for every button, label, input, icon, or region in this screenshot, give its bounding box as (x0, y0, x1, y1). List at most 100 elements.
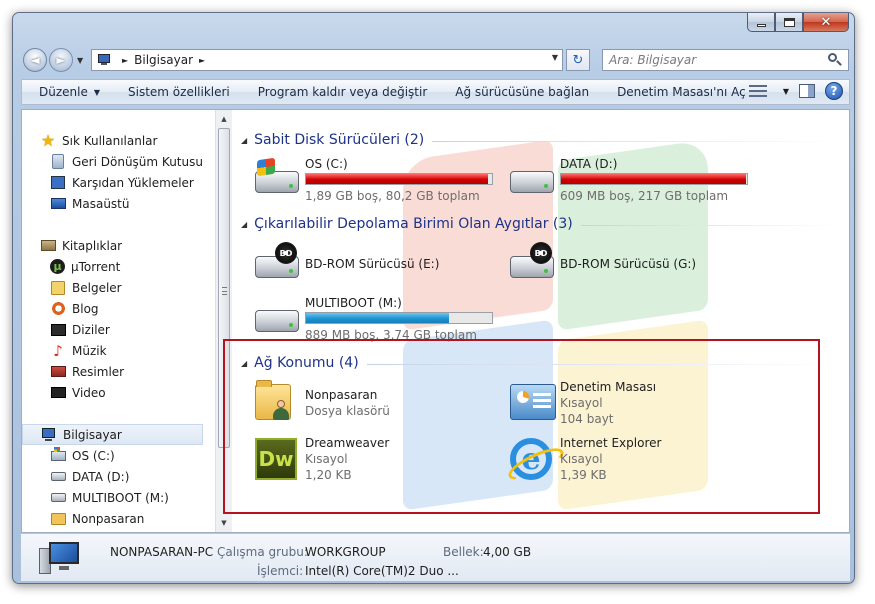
computer-icon (96, 53, 112, 67)
item-name: Dreamweaver (305, 436, 390, 450)
sidebar-item-drive-m[interactable]: MULTIBOOT (M:) (22, 487, 215, 508)
back-button[interactable]: ◄ (23, 48, 47, 72)
group-title: Ağ Konumu (4) (254, 355, 359, 371)
sidebar-item-recycle-bin[interactable]: Geri Dönüşüm Kutusu (22, 151, 215, 172)
collapse-triangle-icon[interactable]: ◢ (241, 359, 247, 368)
breadcrumb-separator-icon[interactable]: ► (199, 56, 205, 65)
search-box[interactable]: Ara: Bilgisayar (602, 49, 849, 71)
group-divider (432, 141, 841, 142)
breadcrumb-separator-icon[interactable]: ► (122, 56, 128, 65)
scroll-thumb[interactable] (218, 128, 230, 448)
organize-label: Düzenle (39, 85, 88, 99)
network-item-control-panel[interactable]: Denetim Masası Kısayol 104 bayt (508, 380, 758, 428)
group-header-removable[interactable]: ◢ Çıkarılabilir Depolama Birimi Olan Ayg… (241, 214, 841, 234)
open-control-panel-button[interactable]: Denetim Masası'nı Aç (603, 80, 760, 104)
recent-pages-chevron-icon[interactable]: ▼ (77, 56, 83, 65)
view-options-chevron-icon[interactable]: ▼ (783, 87, 789, 96)
sidebar-item-drive-d[interactable]: DATA (D:) (22, 466, 215, 487)
utorrent-icon: µ (50, 259, 65, 274)
sidebar-item-documents[interactable]: Belgeler (22, 277, 215, 298)
windows-hard-drive-icon (253, 157, 301, 203)
drive-c[interactable]: OS (C:) 1,89 GB boş, 80,2 GB toplam (253, 157, 503, 205)
system-properties-button[interactable]: Sistem özellikleri (114, 80, 244, 104)
scroll-down-icon[interactable]: ▼ (216, 515, 232, 531)
navigation-bar: ◄ ► ▼ ► Bilgisayar ► ▼ ↻ Ara: Bilgisayar (21, 46, 850, 74)
sidebar-item-series[interactable]: Diziler (22, 319, 215, 340)
libraries-icon (40, 240, 56, 251)
close-icon: ✕ (820, 14, 832, 30)
network-item-nonpasaran[interactable]: Nonpasaran Dosya klasörü (253, 380, 503, 428)
sidebar-item-pictures[interactable]: Resimler (22, 361, 215, 382)
navigation-pane: ★ Sık Kullanılanlar Geri Dönüşüm Kutusu K… (22, 110, 215, 532)
drive-name: OS (C:) (305, 157, 348, 171)
forward-button[interactable]: ► (49, 48, 73, 72)
address-bar[interactable]: ► Bilgisayar ► ▼ (91, 49, 563, 71)
organize-button[interactable]: Düzenle ▼ (22, 80, 114, 104)
sidebar-item-music[interactable]: ♪ Müzik (22, 340, 215, 361)
content-pane: ◢ Sabit Disk Sürücüleri (2) OS (C:) 1,89… (233, 110, 849, 532)
drive-e[interactable]: BD BD-ROM Sürücüsü (E:) (253, 242, 503, 290)
group-title: Çıkarılabilir Depolama Birimi Olan Aygıt… (254, 216, 573, 232)
user-folder-icon (50, 512, 66, 525)
desktop-icon (50, 198, 66, 209)
help-icon[interactable]: ? (825, 82, 843, 100)
drive-g[interactable]: BD BD-ROM Sürücüsü (G:) (508, 242, 758, 290)
change-view-icon[interactable] (748, 84, 767, 98)
sidebar-scrollbar[interactable]: ▲ ▼ (215, 110, 232, 532)
sidebar-item-nonpasaran[interactable]: Nonpasaran (22, 508, 215, 529)
drive-d[interactable]: DATA (D:) 609 MB boş, 217 GB toplam (508, 157, 758, 205)
sidebar-item-downloads[interactable]: Karşıdan Yüklemeler (22, 172, 215, 193)
sidebar-item-computer[interactable]: Bilgisayar (22, 424, 203, 445)
sidebar-item-libraries[interactable]: Kitaplıklar (22, 235, 215, 256)
processor-label: İşlemci: (257, 564, 304, 578)
details-pane: NONPASARAN-PC Çalışma grubu: WORKGROUP B… (21, 533, 850, 581)
map-network-drive-button[interactable]: Ağ sürücüsüne bağlan (441, 80, 603, 104)
drive-name: MULTIBOOT (M:) (305, 296, 402, 310)
drive-space-info: 1,89 GB boş, 80,2 GB toplam (305, 189, 480, 203)
sidebar-item-drive-c[interactable]: OS (C:) (22, 445, 215, 466)
search-input[interactable]: Ara: Bilgisayar (609, 53, 828, 67)
bd-rom-drive-icon: BD (253, 242, 301, 288)
network-item-dreamweaver[interactable]: Dw Dreamweaver Kısayol 1,20 KB (253, 436, 503, 484)
minimize-button[interactable] (747, 13, 775, 32)
bd-rom-drive-icon: BD (508, 242, 556, 288)
uninstall-program-button[interactable]: Program kaldır veya değiştir (244, 80, 442, 104)
user-folder-icon (253, 380, 301, 426)
sidebar-item-label: Karşıdan Yüklemeler (72, 175, 194, 190)
close-button[interactable]: ✕ (803, 13, 849, 32)
collapse-triangle-icon[interactable]: ◢ (241, 220, 247, 229)
drive-space-info: 609 MB boş, 217 GB toplam (560, 189, 729, 203)
group-header-hard-disks[interactable]: ◢ Sabit Disk Sürücüleri (2) (241, 130, 841, 150)
scroll-up-icon[interactable]: ▲ (216, 111, 232, 127)
computer-name: NONPASARAN-PC (110, 545, 214, 559)
network-item-internet-explorer[interactable]: e Internet Explorer Kısayol 1,39 KB (508, 436, 758, 484)
collapse-triangle-icon[interactable]: ◢ (241, 136, 247, 145)
refresh-button[interactable]: ↻ (566, 49, 590, 71)
toolbar-right: ▼ ? (748, 82, 843, 100)
item-name: Denetim Masası (560, 380, 657, 394)
search-icon[interactable] (828, 53, 842, 67)
windows-drive-icon (50, 446, 66, 461)
hard-drive-icon (508, 157, 556, 203)
sidebar-item-utorrent[interactable]: µ µTorrent (22, 256, 215, 277)
pane-area: ★ Sık Kullanılanlar Geri Dönüşüm Kutusu K… (21, 109, 850, 533)
address-dropdown-icon[interactable]: ▼ (552, 53, 558, 62)
command-bar: Düzenle ▼ Sistem özellikleri Program kald… (21, 79, 850, 105)
group-header-network[interactable]: ◢ Ağ Konumu (4) (241, 353, 841, 373)
usb-drive-icon (253, 296, 301, 342)
blog-icon (50, 301, 66, 316)
sidebar-item-video[interactable]: Video (22, 382, 215, 403)
group-divider (366, 364, 841, 365)
sidebar-item-label: Resimler (72, 364, 125, 379)
preview-pane-icon[interactable] (799, 84, 815, 98)
sidebar-item-blog[interactable]: Blog (22, 298, 215, 319)
video-icon (50, 387, 66, 398)
sidebar-item-desktop[interactable]: Masaüstü (22, 193, 215, 214)
maximize-button[interactable] (775, 13, 803, 32)
sidebar-item-label: Nonpasaran (72, 511, 145, 526)
sidebar-item-favorites[interactable]: ★ Sık Kullanılanlar (22, 130, 215, 151)
breadcrumb-computer[interactable]: Bilgisayar (134, 53, 193, 67)
drive-m[interactable]: MULTIBOOT (M:) 889 MB boş, 3,74 GB topla… (253, 296, 503, 344)
documents-icon (51, 280, 65, 295)
maximize-icon (783, 17, 795, 27)
